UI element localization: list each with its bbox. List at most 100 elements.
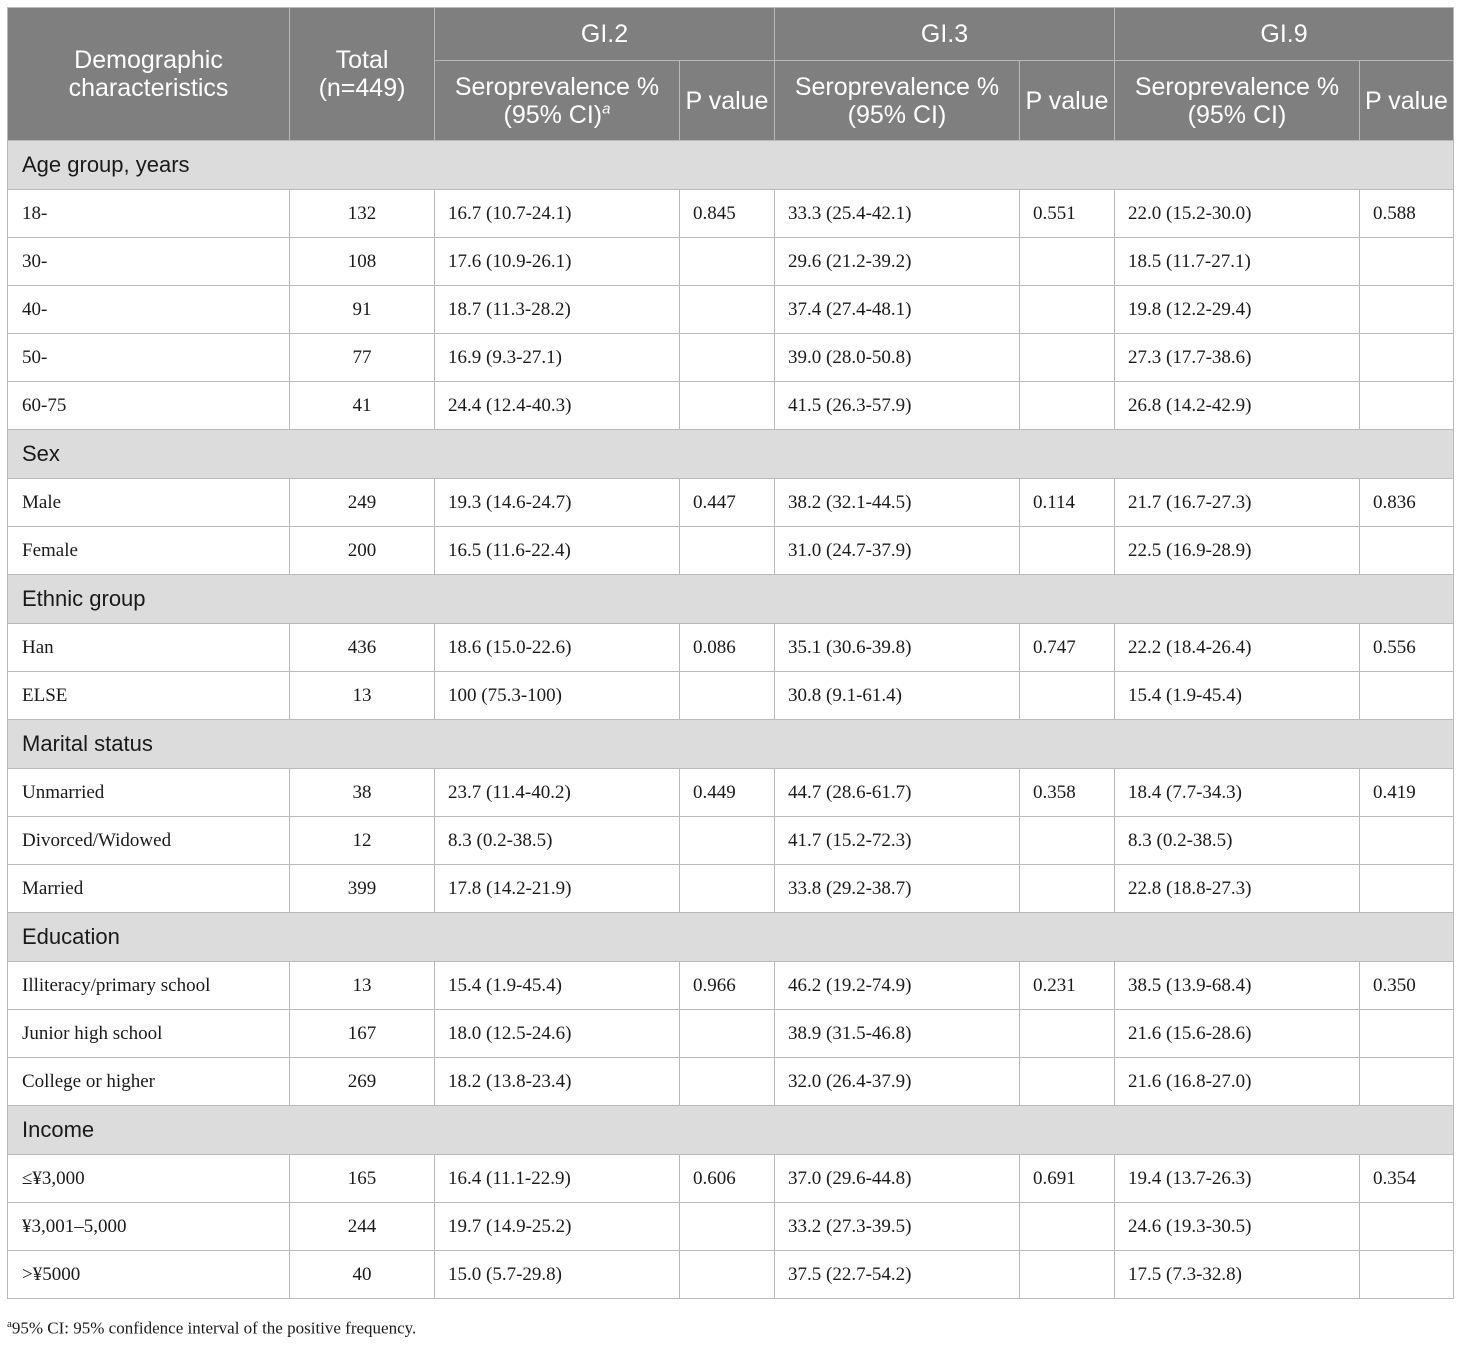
row-label: Han — [7, 623, 290, 672]
section-header-row: Sex — [7, 429, 1454, 479]
cell-gi9-seroprevalence: 22.0 (15.2-30.0) — [1114, 189, 1360, 238]
table-row: ELSE 13 100 (75.3-100) 30.8 (9.1-61.4) 15.4 … — [7, 671, 1454, 720]
cell-gi3-seroprevalence: 33.3 (25.4-42.1) — [774, 189, 1020, 238]
row-label: College or higher — [7, 1057, 290, 1106]
row-total: 167 — [289, 1009, 435, 1058]
cell-gi2-p-value — [679, 1202, 775, 1251]
cell-gi9-p-value — [1359, 864, 1454, 913]
row-label: Married — [7, 864, 290, 913]
cell-gi2-p-value: 0.966 — [679, 961, 775, 1010]
cell-gi2-p-value — [679, 237, 775, 286]
cell-gi2-seroprevalence: 8.3 (0.2-38.5) — [434, 816, 680, 865]
table-footnote: a95% CI: 95% confidence interval of the … — [7, 1318, 416, 1339]
cell-gi3-seroprevalence: 30.8 (9.1-61.4) — [774, 671, 1020, 720]
cell-gi9-p-value — [1359, 381, 1454, 430]
row-label: 60-75 — [7, 381, 290, 430]
table-row: 40- 91 18.7 (11.3-28.2) 37.4 (27.4-48.1) 19.… — [7, 285, 1454, 334]
table-row: 30- 108 17.6 (10.9-26.1) 29.6 (21.2-39.2) 18… — [7, 237, 1454, 286]
cell-gi9-seroprevalence: 21.7 (16.7-27.3) — [1114, 478, 1360, 527]
row-total: 91 — [289, 285, 435, 334]
row-total: 399 — [289, 864, 435, 913]
cell-gi3-p-value: 0.114 — [1019, 478, 1115, 527]
cell-gi9-seroprevalence: 19.4 (13.7-26.3) — [1114, 1154, 1360, 1203]
cell-gi9-seroprevalence: 19.8 (12.2-29.4) — [1114, 285, 1360, 334]
cell-gi2-p-value — [679, 381, 775, 430]
cell-gi3-seroprevalence: 35.1 (30.6-39.8) — [774, 623, 1020, 672]
seroprevalence-table: Demographic characteristics Total (n=449… — [7, 7, 1454, 1299]
row-total: 108 — [289, 237, 435, 286]
cell-gi9-seroprevalence: 21.6 (15.6-28.6) — [1114, 1009, 1360, 1058]
cell-gi2-seroprevalence: 18.7 (11.3-28.2) — [434, 285, 680, 334]
cell-gi3-p-value — [1019, 1057, 1115, 1106]
cell-gi2-p-value: 0.606 — [679, 1154, 775, 1203]
row-label: Male — [7, 478, 290, 527]
section-title: Education — [7, 912, 1454, 962]
cell-gi2-seroprevalence: 16.5 (11.6-22.4) — [434, 526, 680, 575]
table-row: Female 200 16.5 (11.6-22.4) 31.0 (24.7-37.9… — [7, 526, 1454, 575]
cell-gi9-p-value — [1359, 1057, 1454, 1106]
cell-gi2-p-value: 0.447 — [679, 478, 775, 527]
cell-gi2-seroprevalence: 16.4 (11.1-22.9) — [434, 1154, 680, 1203]
row-label: 30- — [7, 237, 290, 286]
row-label: >¥5000 — [7, 1250, 290, 1299]
row-label: Junior high school — [7, 1009, 290, 1058]
section-header-row: Marital status — [7, 719, 1454, 769]
row-total: 165 — [289, 1154, 435, 1203]
cell-gi9-p-value: 0.588 — [1359, 189, 1454, 238]
cell-gi9-seroprevalence: 24.6 (19.3-30.5) — [1114, 1202, 1360, 1251]
cell-gi2-p-value — [679, 1009, 775, 1058]
row-total: 13 — [289, 671, 435, 720]
row-total: 12 — [289, 816, 435, 865]
cell-gi9-seroprevalence: 17.5 (7.3-32.8) — [1114, 1250, 1360, 1299]
cell-gi2-p-value — [679, 816, 775, 865]
cell-gi2-seroprevalence: 17.6 (10.9-26.1) — [434, 237, 680, 286]
cell-gi3-seroprevalence: 37.0 (29.6-44.8) — [774, 1154, 1020, 1203]
cell-gi3-seroprevalence: 33.2 (27.3-39.5) — [774, 1202, 1020, 1251]
cell-gi9-p-value — [1359, 1250, 1454, 1299]
cell-gi2-p-value — [679, 285, 775, 334]
table-row: Married 399 17.8 (14.2-21.9) 33.8 (29.2-38.… — [7, 864, 1454, 913]
cell-gi9-seroprevalence: 18.4 (7.7-34.3) — [1114, 768, 1360, 817]
header-p-value-gi9: P value — [1359, 60, 1454, 141]
row-total: 13 — [289, 961, 435, 1010]
cell-gi3-p-value: 0.551 — [1019, 189, 1115, 238]
cell-gi2-seroprevalence: 24.4 (12.4-40.3) — [434, 381, 680, 430]
table-row: 60-75 41 24.4 (12.4-40.3) 41.5 (26.3-57.9) 2… — [7, 381, 1454, 430]
section-title: Income — [7, 1105, 1454, 1155]
cell-gi9-p-value — [1359, 333, 1454, 382]
cell-gi3-seroprevalence: 37.4 (27.4-48.1) — [774, 285, 1020, 334]
table-row: Male 249 19.3 (14.6-24.7) 0.447 38.2 (32.1-4… — [7, 478, 1454, 527]
cell-gi9-seroprevalence: 22.2 (18.4-26.4) — [1114, 623, 1360, 672]
cell-gi3-p-value — [1019, 526, 1115, 575]
cell-gi9-p-value — [1359, 237, 1454, 286]
section-title: Marital status — [7, 719, 1454, 769]
table-body: Age group, years 18- 132 16.7 (10.7-24.1) 0.… — [7, 140, 1454, 1299]
row-total: 38 — [289, 768, 435, 817]
row-label: 40- — [7, 285, 290, 334]
header-group-gi2: GI.2 — [434, 7, 775, 61]
cell-gi2-seroprevalence: 19.3 (14.6-24.7) — [434, 478, 680, 527]
table-row: Han 436 18.6 (15.0-22.6) 0.086 35.1 (30.6-39… — [7, 623, 1454, 672]
row-total: 200 — [289, 526, 435, 575]
table-row: Junior high school 167 18.0 (12.5-24.6) 38.… — [7, 1009, 1454, 1058]
table-row: 50- 77 16.9 (9.3-27.1) 39.0 (28.0-50.8) 27.3… — [7, 333, 1454, 382]
section-title: Sex — [7, 429, 1454, 479]
row-total: 244 — [289, 1202, 435, 1251]
cell-gi2-p-value — [679, 1250, 775, 1299]
section-title: Age group, years — [7, 140, 1454, 190]
cell-gi9-p-value: 0.354 — [1359, 1154, 1454, 1203]
cell-gi3-p-value: 0.691 — [1019, 1154, 1115, 1203]
table-row: Divorced/Widowed 12 8.3 (0.2-38.5) 41.7 (15… — [7, 816, 1454, 865]
cell-gi2-p-value: 0.086 — [679, 623, 775, 672]
cell-gi3-p-value — [1019, 1250, 1115, 1299]
cell-gi9-seroprevalence: 26.8 (14.2-42.9) — [1114, 381, 1360, 430]
table-row: College or higher 269 18.2 (13.8-23.4) 32.0… — [7, 1057, 1454, 1106]
cell-gi3-seroprevalence: 39.0 (28.0-50.8) — [774, 333, 1020, 382]
cell-gi2-seroprevalence: 15.0 (5.7-29.8) — [434, 1250, 680, 1299]
cell-gi9-p-value — [1359, 285, 1454, 334]
row-label: Unmarried — [7, 768, 290, 817]
cell-gi3-p-value — [1019, 1009, 1115, 1058]
cell-gi3-p-value — [1019, 671, 1115, 720]
row-label: ≤¥3,000 — [7, 1154, 290, 1203]
cell-gi3-p-value: 0.747 — [1019, 623, 1115, 672]
